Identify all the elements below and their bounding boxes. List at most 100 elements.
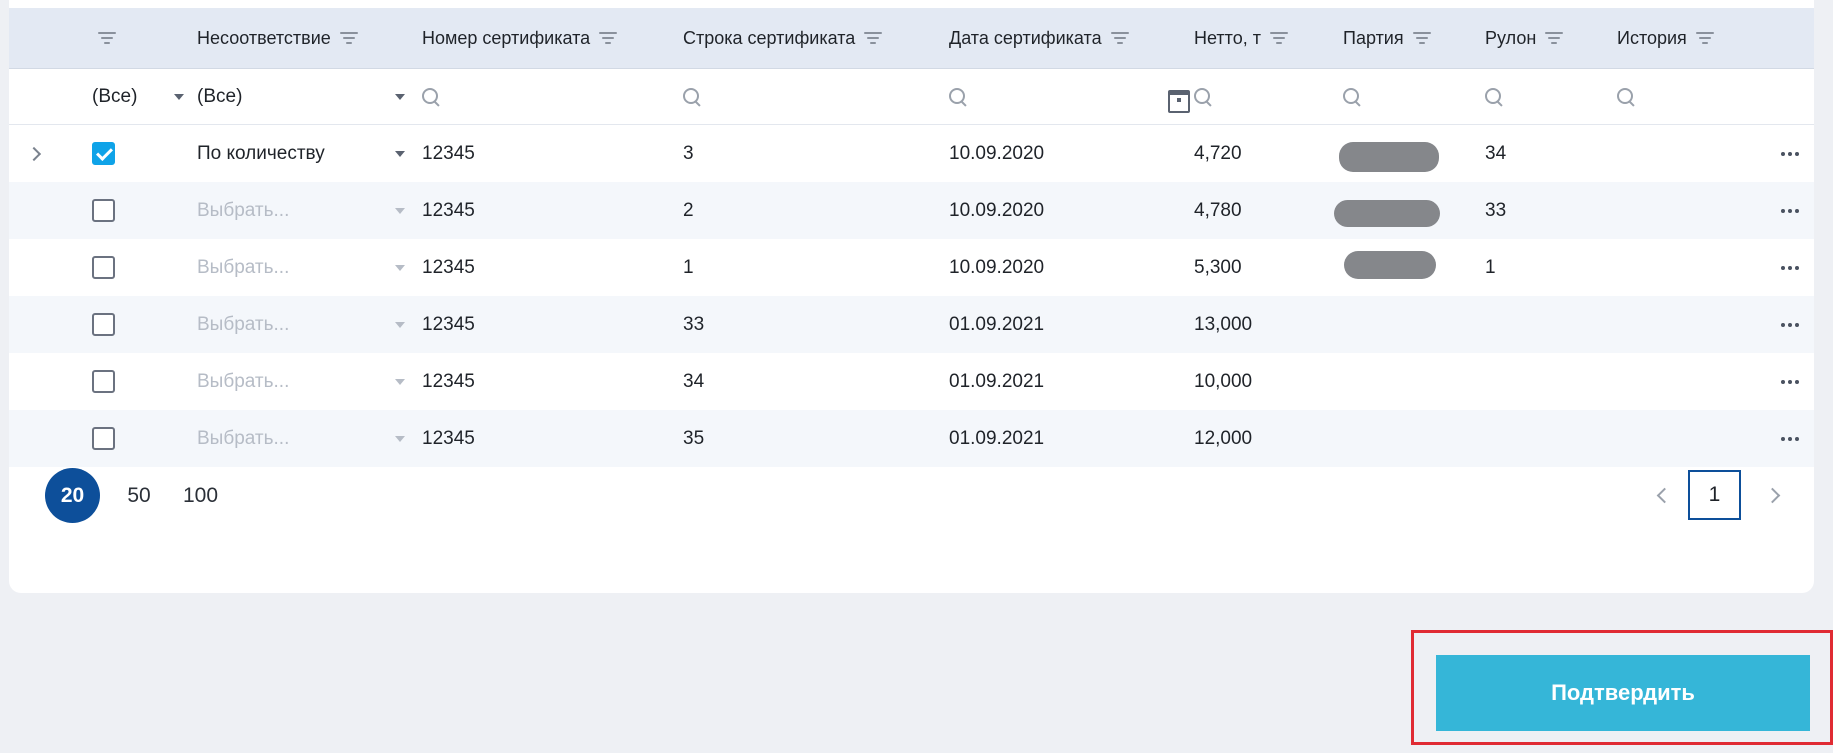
- chevron-right-icon: [26, 146, 42, 161]
- row-actions-button[interactable]: [1781, 182, 1799, 239]
- search-icon: [420, 86, 442, 108]
- nonconformity-select[interactable]: Выбрать...: [197, 353, 405, 410]
- filter-icon[interactable]: [863, 31, 883, 45]
- netto-cell: 12,000: [1194, 427, 1253, 449]
- checkbox-icon: [92, 427, 115, 450]
- nonconformity-select[interactable]: Выбрать...: [197, 239, 405, 296]
- row-select-checkbox[interactable]: [92, 296, 115, 353]
- cert-line-cell: 1: [683, 256, 694, 278]
- cert-line-cell: 2: [683, 199, 694, 221]
- search-icon: [1341, 86, 1363, 108]
- netto-cell: 5,300: [1194, 256, 1242, 278]
- batch-redacted-value: [1339, 142, 1439, 172]
- row-actions-button[interactable]: [1781, 239, 1799, 296]
- page-size-20[interactable]: 20: [45, 468, 100, 523]
- cert-date-cell: 01.09.2021: [949, 427, 1045, 449]
- roll-cell: 1: [1485, 256, 1496, 278]
- row-expand-button[interactable]: [26, 125, 42, 182]
- filter-icon[interactable]: [339, 31, 359, 45]
- table-row[interactable]: По количеству 12345 3 10.09.2020 4,720 34: [9, 125, 1814, 182]
- column-header-label: Строка сертификата: [683, 27, 856, 48]
- column-header-cert-line[interactable]: Строка сертификата: [683, 8, 883, 68]
- nonconformity-value: Выбрать...: [197, 370, 290, 392]
- column-header-batch[interactable]: Партия: [1343, 8, 1432, 68]
- calendar-icon[interactable]: [1167, 87, 1190, 113]
- chevron-right-icon: [1764, 487, 1780, 504]
- current-page[interactable]: 1: [1688, 470, 1741, 520]
- netto-cell: 4,720: [1194, 142, 1242, 164]
- table-row[interactable]: Выбрать... 12345 33 01.09.2021 13,000: [9, 296, 1814, 353]
- selection-filter-select[interactable]: (Все): [92, 69, 184, 124]
- search-icon: [1615, 86, 1637, 108]
- row-actions-button[interactable]: [1781, 410, 1799, 467]
- row-select-checkbox[interactable]: [92, 125, 115, 182]
- row-actions-button[interactable]: [1781, 353, 1799, 410]
- history-search-input[interactable]: [1615, 69, 1765, 124]
- table-row[interactable]: Выбрать... 12345 34 01.09.2021 10,000: [9, 353, 1814, 410]
- prev-page-button[interactable]: [1649, 468, 1679, 523]
- filter-icon[interactable]: [1544, 31, 1564, 45]
- chevron-left-icon: [1656, 487, 1672, 504]
- more-icon: [1781, 151, 1799, 156]
- cert-date-filter-input[interactable]: [947, 69, 1190, 124]
- cert-number-cell: 12345: [422, 313, 475, 335]
- column-header-label: Дата сертификата: [949, 27, 1102, 48]
- more-icon: [1781, 322, 1799, 327]
- cert-date-cell: 10.09.2020: [949, 199, 1045, 221]
- roll-search-input[interactable]: [1483, 69, 1603, 124]
- cert-date-cell: 10.09.2020: [949, 142, 1045, 164]
- checkbox-icon: [92, 313, 115, 336]
- nonconformity-select[interactable]: Выбрать...: [197, 182, 405, 239]
- cert-number-cell: 12345: [422, 256, 475, 278]
- nonconformity-select[interactable]: Выбрать...: [197, 410, 405, 467]
- column-header-label: Партия: [1343, 27, 1404, 48]
- row-select-checkbox[interactable]: [92, 182, 115, 239]
- nonconformity-filter-select[interactable]: (Все): [197, 69, 405, 124]
- checkbox-icon: [92, 142, 115, 165]
- table-row[interactable]: Выбрать... 12345 1 10.09.2020 5,300 1: [9, 239, 1814, 296]
- filter-icon[interactable]: [1269, 31, 1289, 45]
- filter-icon[interactable]: [1110, 31, 1130, 45]
- column-header-netto[interactable]: Нетто, т: [1194, 8, 1289, 68]
- table-row[interactable]: Выбрать... 12345 35 01.09.2021 12,000: [9, 410, 1814, 467]
- column-header-roll[interactable]: Рулон: [1485, 8, 1564, 68]
- nonconformity-select[interactable]: Выбрать...: [197, 296, 405, 353]
- table-row[interactable]: Выбрать... 12345 2 10.09.2020 4,780 33: [9, 182, 1814, 239]
- row-select-checkbox[interactable]: [92, 239, 115, 296]
- cert-number-search-input[interactable]: [420, 69, 660, 124]
- cert-line-search-input[interactable]: [681, 69, 921, 124]
- netto-search-input[interactable]: [1192, 69, 1322, 124]
- column-header-cert-number[interactable]: Номер сертификата: [422, 8, 618, 68]
- chevron-down-icon: [395, 93, 405, 100]
- nonconformity-value: Выбрать...: [197, 427, 290, 449]
- column-header-cert-date[interactable]: Дата сертификата: [949, 8, 1130, 68]
- batch-search-input[interactable]: [1341, 69, 1471, 124]
- chevron-down-icon: [395, 435, 405, 442]
- column-header-nonconformity[interactable]: Несоответствие: [197, 8, 359, 68]
- row-actions-button[interactable]: [1781, 125, 1799, 182]
- row-actions-button[interactable]: [1781, 296, 1799, 353]
- filter-icon[interactable]: [1695, 31, 1715, 45]
- page-size-50[interactable]: 50: [119, 468, 159, 523]
- nonconformity-select[interactable]: По количеству: [197, 125, 405, 182]
- filter-icon[interactable]: [598, 31, 618, 45]
- cert-line-cell: 34: [683, 370, 705, 392]
- cert-number-cell: 12345: [422, 199, 475, 221]
- grid-filter-row: (Все) (Все): [9, 69, 1814, 125]
- confirm-button[interactable]: Подтвердить: [1436, 655, 1810, 731]
- cert-line-cell: 3: [683, 142, 694, 164]
- nonconformity-value: Выбрать...: [197, 313, 290, 335]
- row-select-checkbox[interactable]: [92, 353, 115, 410]
- filter-icon[interactable]: [1412, 31, 1432, 45]
- page-size-100[interactable]: 100: [173, 468, 228, 523]
- column-header-history[interactable]: История: [1617, 8, 1715, 68]
- selection-filter-icon[interactable]: [97, 8, 117, 68]
- cert-date-cell: 01.09.2021: [949, 370, 1045, 392]
- more-icon: [1781, 208, 1799, 213]
- roll-cell: 33: [1485, 199, 1507, 221]
- row-select-checkbox[interactable]: [92, 410, 115, 467]
- cert-number-cell: 12345: [422, 142, 475, 164]
- next-page-button[interactable]: [1757, 468, 1787, 523]
- cert-date-cell: 01.09.2021: [949, 313, 1045, 335]
- chevron-down-icon: [395, 207, 405, 214]
